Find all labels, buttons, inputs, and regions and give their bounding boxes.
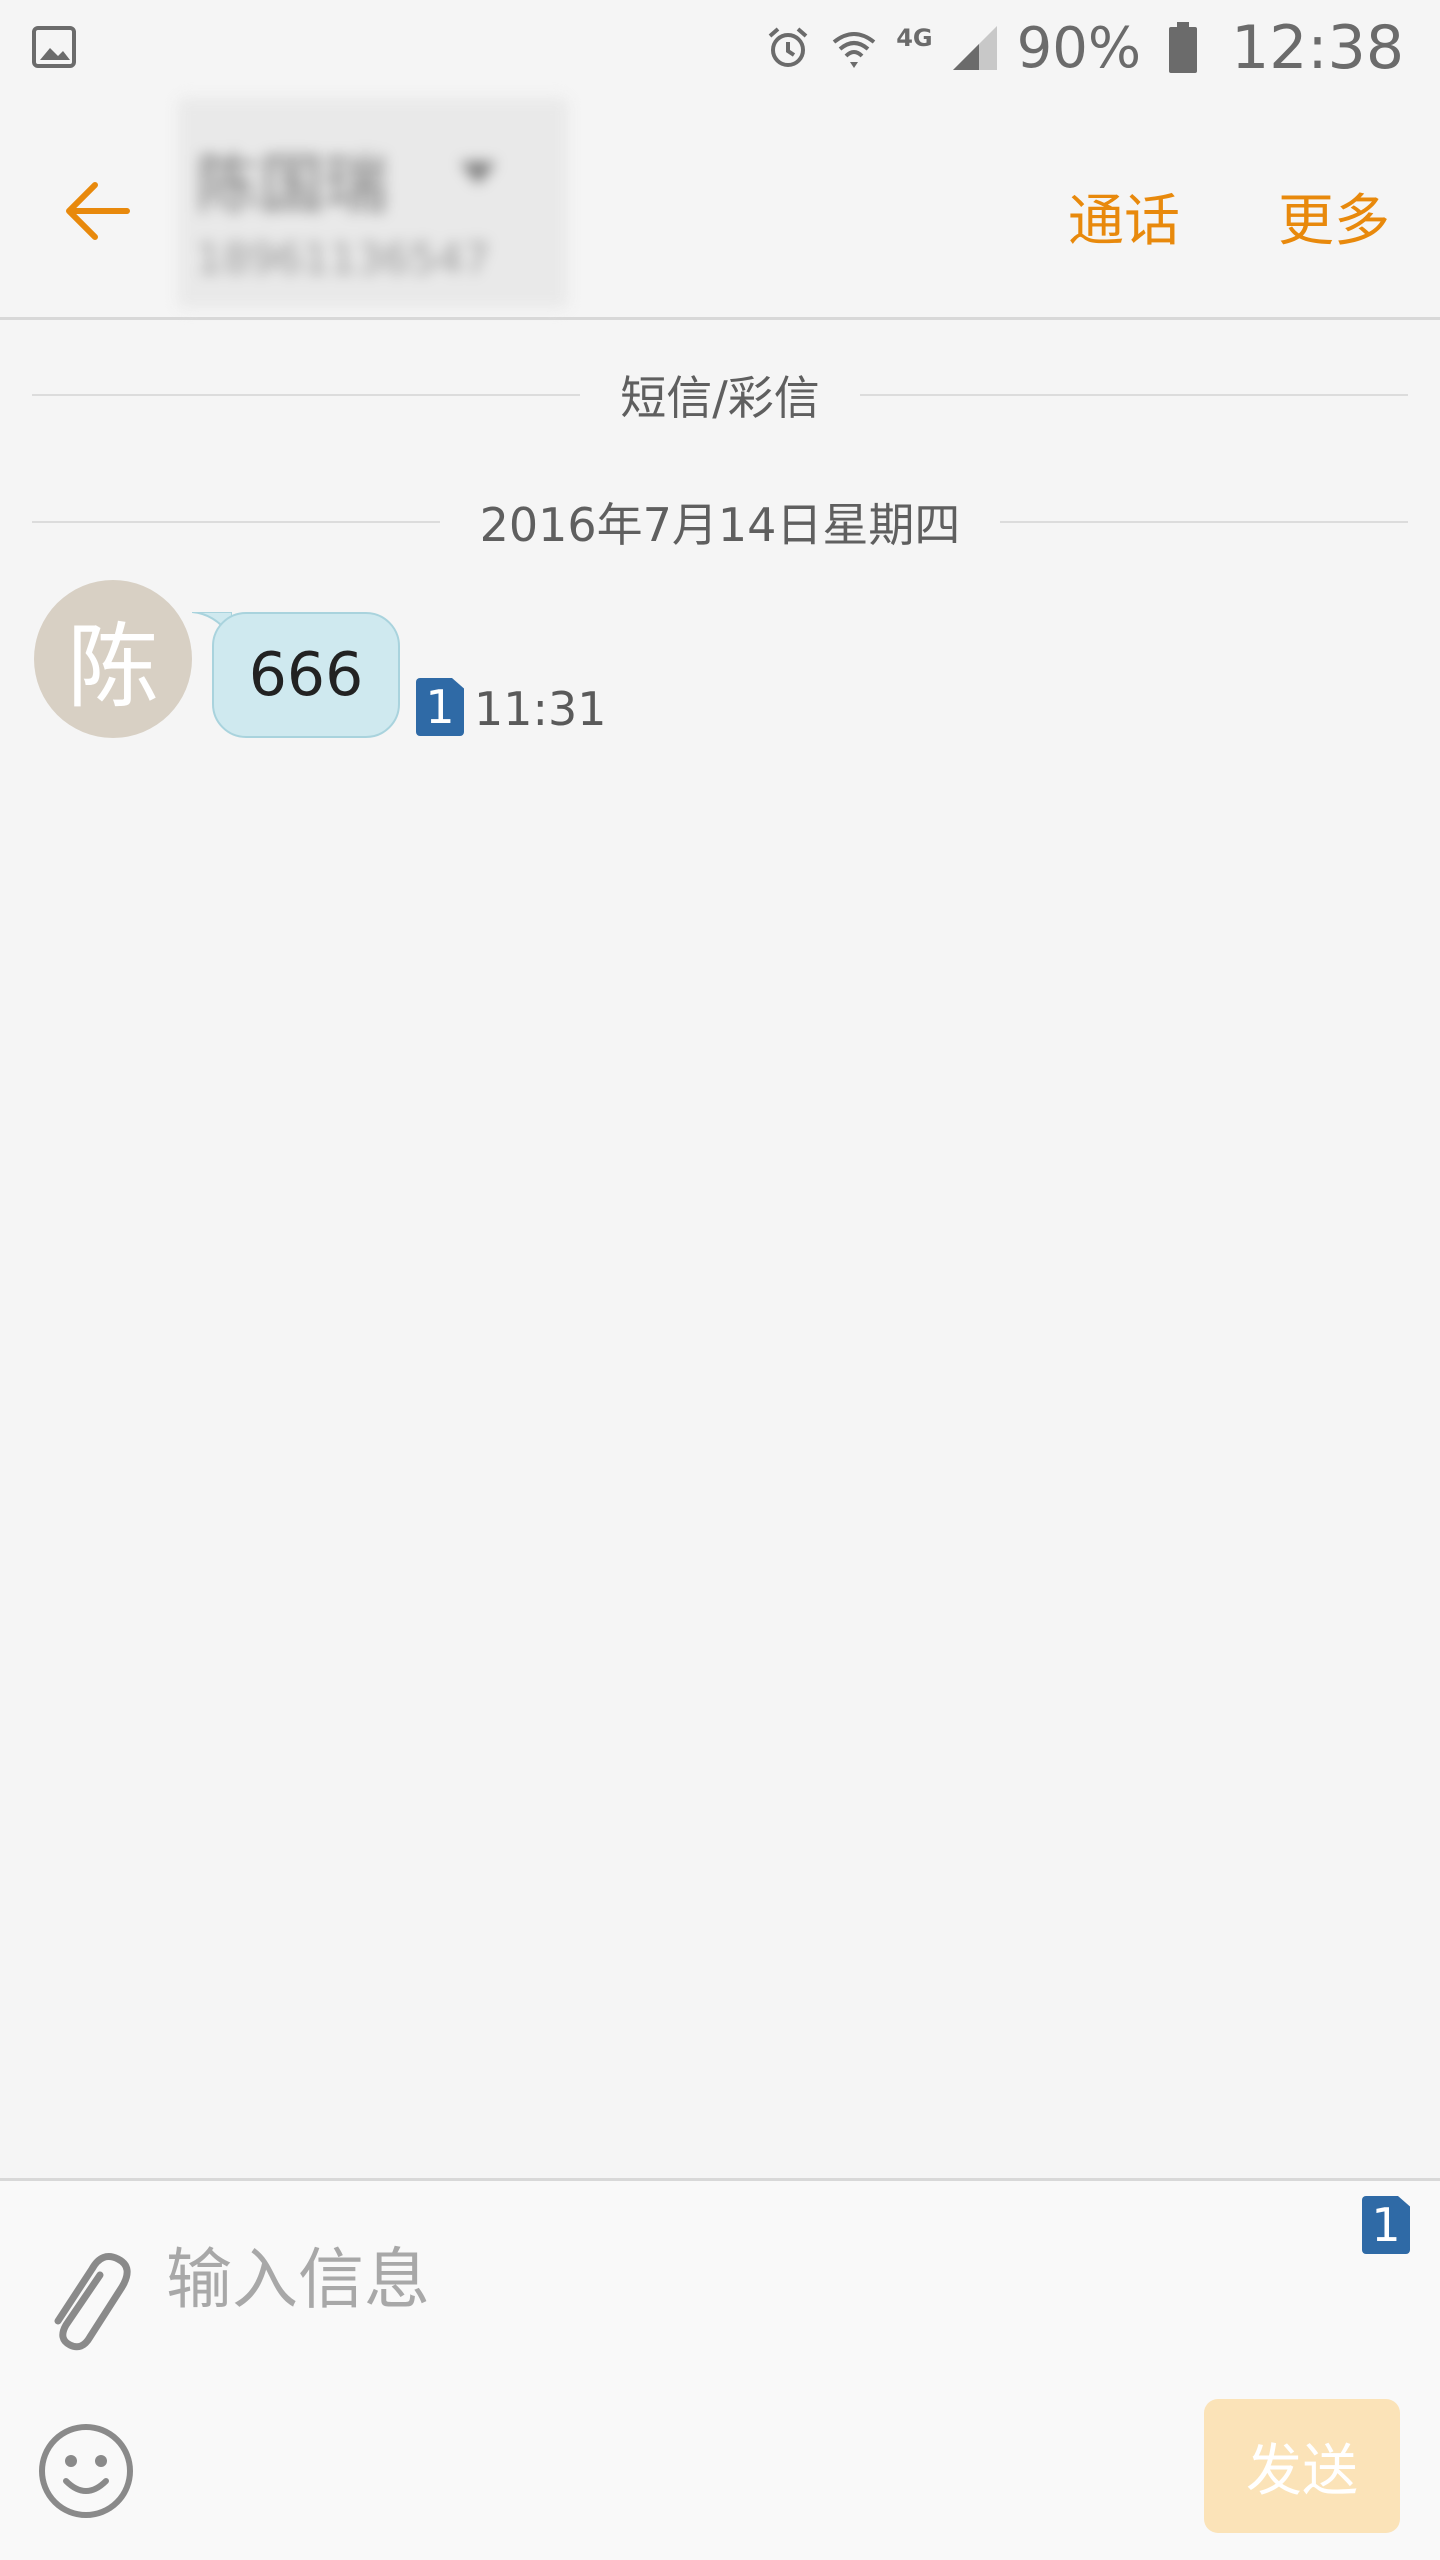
avatar[interactable]: 陈: [34, 580, 192, 738]
network-type-label: 4G: [896, 24, 933, 52]
divider: [32, 394, 581, 396]
date-separator: 2016年7月14日星期四: [32, 492, 1408, 552]
back-button[interactable]: [52, 166, 142, 256]
attach-button[interactable]: [36, 2241, 136, 2361]
wifi-icon: [830, 24, 878, 72]
gallery-icon: [30, 22, 80, 72]
dropdown-caret-icon: [460, 162, 496, 184]
send-button[interactable]: 发送: [1204, 2399, 1400, 2533]
channel-separator: 短信/彩信: [32, 365, 1408, 425]
message-input[interactable]: [166, 2219, 1346, 2339]
back-arrow-icon: [66, 182, 130, 240]
contact-number: 18961136547: [196, 234, 490, 283]
signal-icon: [951, 24, 999, 72]
message-bubble[interactable]: 666: [212, 612, 400, 738]
conversation-header: 陈国瑞 18961136547 通话 更多: [0, 96, 1440, 320]
clock: 12:38: [1231, 13, 1404, 83]
composer: 发送: [0, 2178, 1440, 2560]
message-time: 11:31: [474, 682, 607, 736]
date-label: 2016年7月14日星期四: [479, 498, 961, 552]
more-button[interactable]: 更多: [1278, 176, 1390, 257]
status-bar: 4G 90% 12:38: [0, 0, 1440, 96]
messaging-screen: 4G 90% 12:38 陈国瑞 18961136547 通话 更多 短信/彩信…: [0, 0, 1440, 2560]
battery-icon: [1159, 22, 1207, 73]
channel-label: 短信/彩信: [620, 371, 820, 425]
status-icons: 4G 90% 12:38: [764, 0, 1404, 96]
paperclip-icon: [54, 2253, 131, 2351]
send-sim-badge: 1: [1362, 2196, 1410, 2254]
contact-name: 陈国瑞: [196, 149, 388, 223]
alarm-icon: [764, 24, 812, 72]
sim-badge: 1: [416, 678, 464, 736]
call-button[interactable]: 通话: [1068, 176, 1180, 257]
smiley-icon: [39, 2424, 133, 2518]
emoji-button[interactable]: [36, 2421, 136, 2521]
divider: [1000, 521, 1408, 523]
divider: [859, 394, 1408, 396]
battery-percent: 90%: [1016, 15, 1142, 81]
divider: [32, 521, 440, 523]
contact-selector[interactable]: 陈国瑞 18961136547: [178, 98, 568, 308]
